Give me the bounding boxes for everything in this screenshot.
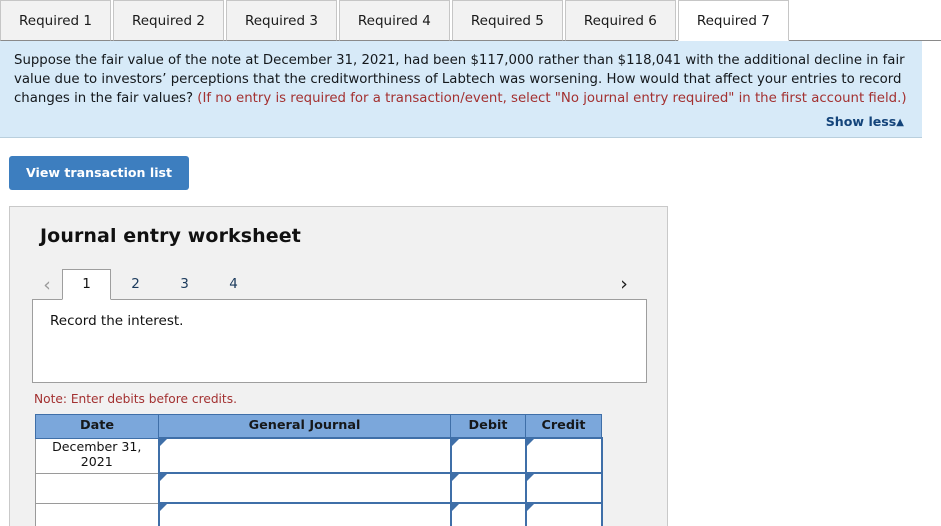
tab-required-4[interactable]: Required 4 (338, 0, 450, 41)
table-row (35, 472, 603, 504)
debit-input-1[interactable] (449, 437, 527, 474)
question-hint: (If no entry is required for a transacti… (197, 91, 907, 106)
tab-required-3-label: Required 3 (244, 12, 318, 29)
tab-required-6[interactable]: Required 6 (564, 0, 676, 41)
journal-entry-worksheet-panel: Journal entry worksheet ‹ 1 2 3 4 › Reco… (9, 206, 668, 526)
toolbar: View transaction list (0, 138, 941, 190)
tab-required-1-label: Required 1 (19, 12, 92, 29)
cell-date-1: December 31, 2021 (35, 438, 159, 474)
tab-required-6-label: Required 6 (583, 12, 657, 29)
column-header-date: Date (35, 414, 159, 439)
account-input-2[interactable] (157, 472, 452, 504)
credit-input-3[interactable] (524, 502, 603, 526)
cell-date-2 (35, 473, 159, 504)
debit-input-2[interactable] (449, 472, 527, 504)
worksheet-instruction-text: Record the interest. (50, 313, 184, 329)
worksheet-instruction-box: Record the interest. (32, 299, 647, 383)
credit-input-2[interactable] (524, 472, 603, 504)
tab-strip-filler (790, 0, 941, 41)
show-less-link[interactable]: Show less▲ (826, 114, 904, 129)
show-less-row: Show less▲ (14, 108, 908, 130)
column-header-general-journal: General Journal (158, 414, 451, 439)
table-row: December 31, 2021 (35, 437, 603, 474)
column-header-debit: Debit (450, 414, 526, 439)
debit-input-3[interactable] (449, 502, 527, 526)
tab-required-7-label: Required 7 (696, 12, 770, 29)
chevron-right-icon[interactable]: › (609, 270, 639, 298)
show-less-label: Show less (825, 114, 897, 129)
tab-required-2[interactable]: Required 2 (112, 0, 224, 41)
debits-before-credits-note: Note: Enter debits before credits. (34, 392, 237, 406)
account-input-3[interactable] (157, 502, 452, 526)
tab-required-2-label: Required 2 (131, 12, 205, 29)
worksheet-page-tab-3[interactable]: 3 (160, 269, 209, 299)
caret-up-icon: ▲ (896, 117, 904, 128)
tab-required-4-label: Required 4 (357, 12, 431, 29)
cell-date-3 (35, 503, 159, 526)
question-panel: Suppose the fair value of the note at De… (0, 41, 922, 138)
journal-table-header-row: Date General Journal Debit Credit (35, 414, 602, 439)
worksheet-page-tab-4[interactable]: 4 (209, 269, 258, 299)
worksheet-page-tab-1[interactable]: 1 (62, 269, 111, 300)
journal-entry-table: Date General Journal Debit Credit Decemb… (35, 414, 603, 526)
column-header-credit: Credit (525, 414, 602, 439)
tab-required-3[interactable]: Required 3 (225, 0, 337, 41)
tab-required-5[interactable]: Required 5 (451, 0, 563, 41)
worksheet-title: Journal entry worksheet (40, 225, 301, 247)
requirement-tab-strip: Required 1 Required 2 Required 3 Require… (0, 0, 941, 41)
view-transaction-list-button[interactable]: View transaction list (9, 156, 190, 190)
chevron-left-icon[interactable]: ‹ (32, 271, 62, 299)
worksheet-pager: ‹ 1 2 3 4 › (32, 267, 647, 300)
credit-input-1[interactable] (524, 437, 603, 474)
question-text: Suppose the fair value of the note at De… (14, 51, 908, 108)
table-row (35, 502, 603, 526)
tab-required-1[interactable]: Required 1 (0, 0, 111, 41)
worksheet-page-tab-2[interactable]: 2 (111, 269, 160, 299)
tab-required-7[interactable]: Required 7 (677, 0, 789, 41)
tab-required-5-label: Required 5 (470, 12, 544, 29)
account-input-1[interactable] (157, 437, 452, 474)
